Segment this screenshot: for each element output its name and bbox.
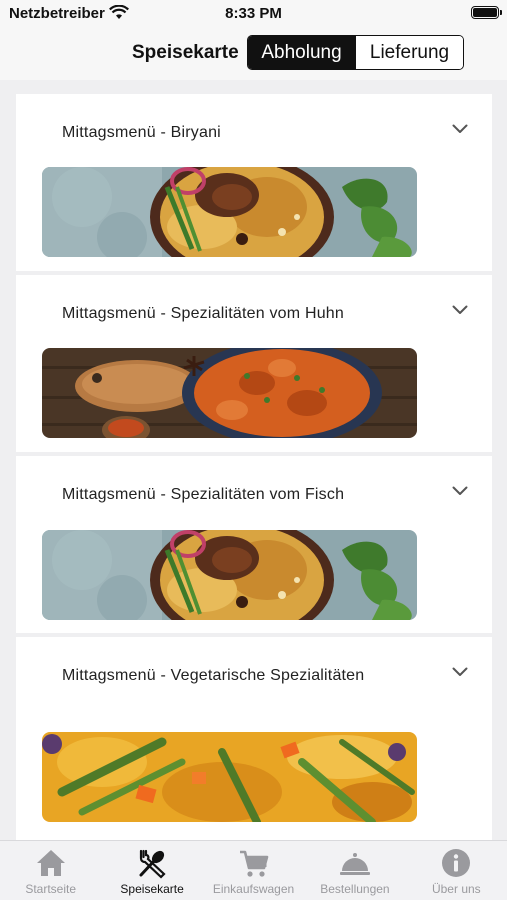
category-title: Mittagsmenü - Spezialitäten vom Huhn — [62, 305, 344, 322]
menu-category-chicken[interactable]: Mittagsmenü - Spezialitäten vom Huhn — [16, 275, 492, 452]
chevron-down-icon[interactable] — [452, 486, 468, 496]
order-type-segmented-control: Abholung Lieferung — [247, 35, 464, 70]
tab-label: Speisekarte — [120, 882, 184, 896]
home-icon — [36, 850, 65, 876]
biryani-photo — [42, 167, 417, 257]
menu-list: Mittagsmenü - Biryani Mittagsmenü - Spez… — [0, 80, 507, 840]
biryani-photo — [42, 530, 417, 620]
menu-category-fish[interactable]: Mittagsmenü - Spezialitäten vom Fisch — [16, 456, 492, 633]
cutlery-icon — [139, 849, 166, 879]
tab-label: Bestellungen — [320, 882, 390, 896]
tab-speisekarte[interactable]: Speisekarte — [101, 841, 202, 900]
tab-label: Startseite — [25, 882, 77, 896]
category-title: Mittagsmenü - Spezialitäten vom Fisch — [62, 486, 345, 503]
status-bar: Netzbetreiber 8:33 PM — [0, 0, 507, 28]
category-title: Mittagsmenü - Biryani — [62, 124, 221, 141]
clock: 8:33 PM — [225, 5, 282, 22]
page-title: Speisekarte — [132, 42, 239, 63]
vegetable-curry-photo — [42, 732, 417, 822]
tab-bar: Startseite Speisekarte Einkaufswagen Bes… — [0, 840, 507, 900]
tab-bestellungen[interactable]: Bestellungen — [304, 841, 405, 900]
tab-label: Über uns — [431, 882, 481, 896]
chevron-down-icon[interactable] — [452, 305, 468, 315]
menu-category-vegetarian[interactable]: Mittagsmenü - Vegetarische Spezialitäten — [16, 637, 492, 840]
cloche-icon — [339, 853, 370, 875]
nav-bar: Speisekarte Abholung Lieferung — [0, 28, 507, 80]
info-icon — [442, 849, 471, 877]
cart-icon — [239, 850, 268, 877]
tab-label: Einkaufswagen — [212, 882, 295, 896]
tab-einkaufswagen[interactable]: Einkaufswagen — [203, 841, 304, 900]
menu-category-biryani[interactable]: Mittagsmenü - Biryani — [16, 94, 492, 271]
tab-ueber-uns[interactable]: Über uns — [406, 841, 507, 900]
segment-abholung[interactable]: Abholung — [248, 36, 355, 69]
category-title: Mittagsmenü - Vegetarische Spezialitäten — [62, 667, 365, 684]
chevron-down-icon[interactable] — [452, 124, 468, 134]
chicken-curry-photo — [42, 348, 417, 438]
tab-startseite[interactable]: Startseite — [0, 841, 101, 900]
segment-lieferung[interactable]: Lieferung — [355, 36, 463, 69]
chevron-down-icon[interactable] — [452, 667, 468, 677]
battery-icon — [471, 6, 502, 19]
